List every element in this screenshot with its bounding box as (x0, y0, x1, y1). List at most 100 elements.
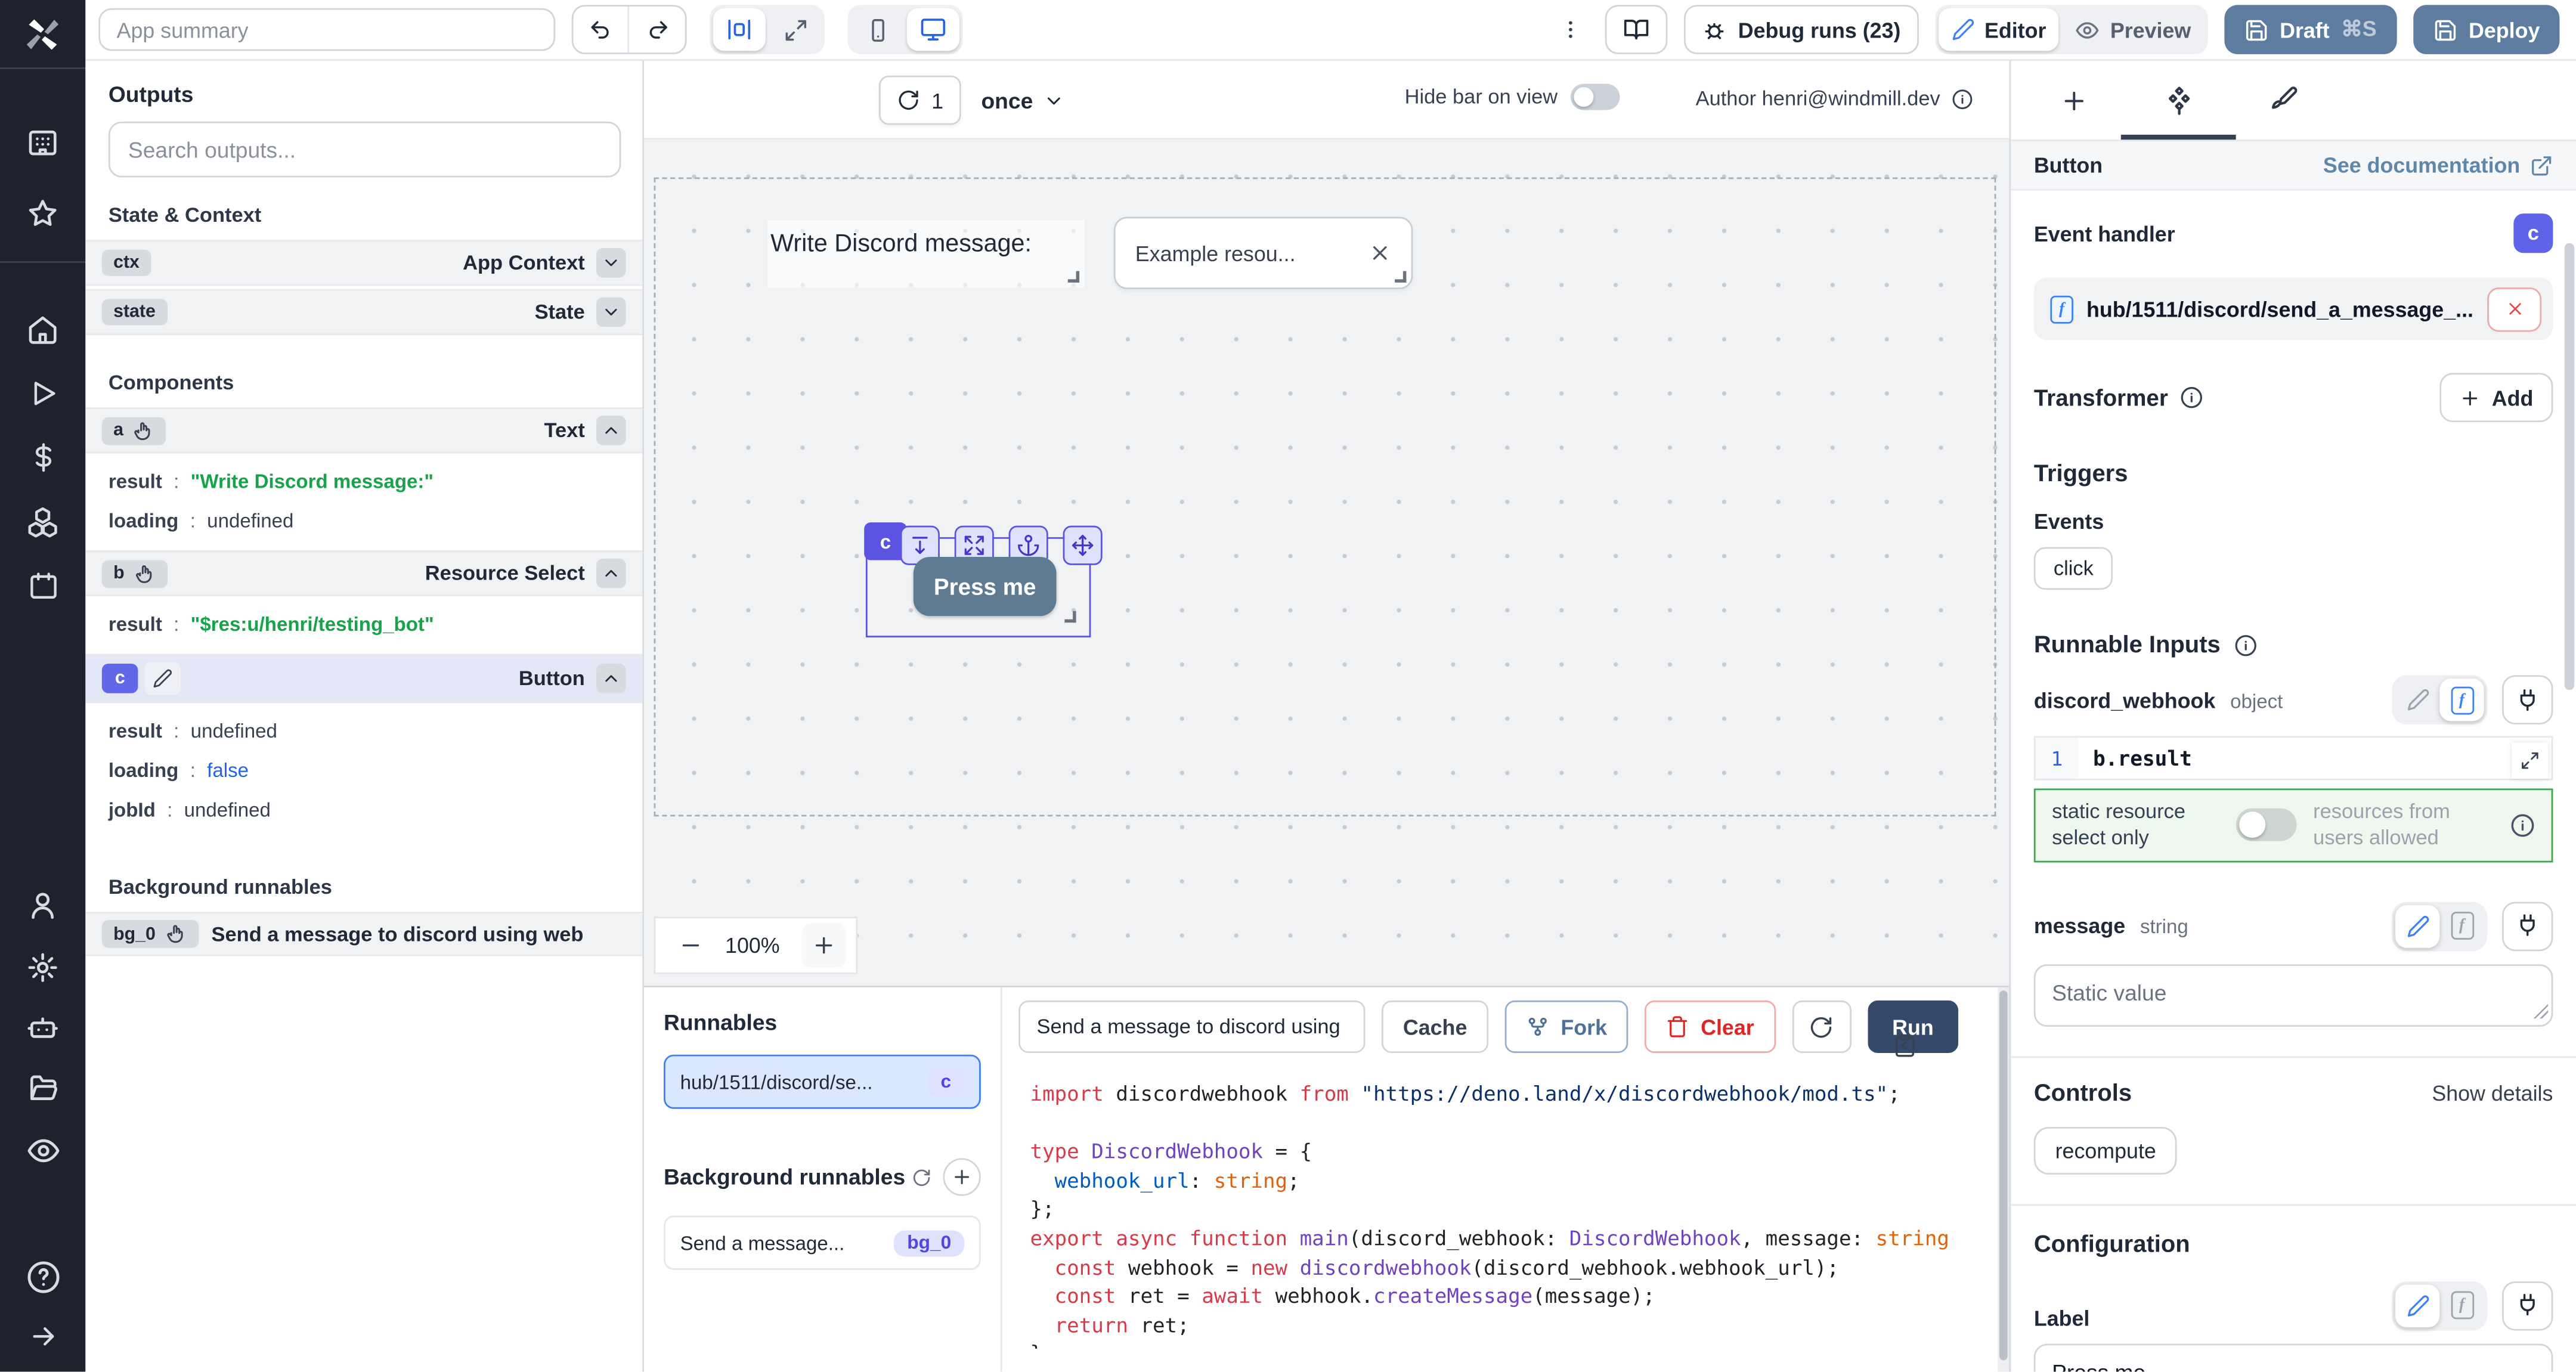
deploy-button[interactable]: Deploy (2413, 5, 2559, 54)
output-row-state[interactable]: state State (85, 289, 642, 335)
sidebar-item-folders[interactable] (0, 1073, 85, 1105)
see-documentation-link[interactable]: See documentation (2323, 153, 2553, 177)
resource-mode-toggle[interactable] (2236, 809, 2297, 841)
app-canvas[interactable]: Write Discord message: Example resou... … (644, 140, 2009, 986)
show-details-link[interactable]: Show details (2432, 1081, 2553, 1105)
press-me-button[interactable]: Press me (914, 557, 1057, 616)
refresh-count-button[interactable]: 1 (879, 76, 961, 125)
sidebar-item-variables[interactable] (0, 442, 85, 473)
discord-webhook-expr-editor[interactable]: 1 b.result (2034, 736, 2553, 780)
mobile-view-button[interactable] (851, 8, 903, 51)
component-row-b[interactable]: b Resource Select (85, 550, 642, 596)
chevron-down-icon[interactable] (596, 298, 626, 327)
editor-scrollbar[interactable] (1998, 987, 2009, 1372)
sidebar-item-audit-logs[interactable] (0, 1133, 85, 1168)
event-handler-script[interactable]: f hub/1511/discord/send_a_message_... (2034, 278, 2553, 340)
runnable-name-input[interactable] (1018, 1001, 1365, 1053)
sidebar-item-favorites[interactable] (0, 197, 85, 230)
tab-insert[interactable] (2021, 61, 2126, 140)
search-outputs-input[interactable] (109, 122, 621, 178)
static-mode-pencil-icon[interactable] (2395, 1284, 2439, 1327)
code-editor[interactable]: import discordwebhook from "https://deno… (1002, 1070, 2010, 1349)
resource-select-component[interactable]: Example resou... (1114, 217, 1413, 289)
fork-button[interactable]: Fork (1505, 1001, 1628, 1053)
zoom-out-button[interactable] (679, 933, 703, 958)
eval-mode-function-icon[interactable]: f (2439, 679, 2484, 721)
kebab-menu-icon[interactable] (1552, 17, 1589, 43)
textarea-resize-grip[interactable] (2533, 1003, 2548, 1018)
refresh-button[interactable] (1792, 1001, 1851, 1053)
fullscreen-layout-button[interactable] (769, 8, 821, 51)
draft-button[interactable]: Draft ⌘S (2224, 5, 2396, 54)
static-mode-pencil-icon[interactable] (2395, 905, 2439, 947)
text-component[interactable]: Write Discord message: (767, 220, 1085, 287)
bg-runnables-title: Background runnables (664, 1165, 905, 1189)
label-value-input[interactable]: Press me (2034, 1343, 2553, 1371)
remove-handler-button[interactable] (2487, 287, 2541, 331)
component-row-a[interactable]: a Text (85, 407, 642, 453)
hide-bar-toggle[interactable] (1571, 84, 1620, 110)
clear-selection-icon[interactable] (1368, 241, 1392, 265)
layout-toggle-group (710, 5, 825, 54)
redo-button[interactable] (629, 7, 685, 52)
sidebar-item-settings[interactable] (0, 951, 85, 984)
tab-preview[interactable]: Preview (2063, 8, 2204, 51)
debug-runs-button[interactable]: Debug runs (23) (1684, 5, 1919, 54)
recompute-chip[interactable]: recompute (2034, 1126, 2178, 1174)
component-c-type: Button (519, 667, 585, 690)
component-row-c[interactable]: c Button (85, 654, 642, 704)
sidebar-expand-icon[interactable] (0, 1321, 85, 1352)
runnable-item-selected[interactable]: hub/1511/discord/se... c (664, 1055, 981, 1109)
centered-layout-button[interactable] (713, 8, 766, 51)
hand-pointer-icon (134, 420, 155, 441)
eval-mode-function-icon[interactable]: f (2439, 905, 2484, 947)
static-mode-pencil-icon[interactable] (2395, 679, 2439, 721)
undo-button[interactable] (574, 7, 630, 52)
sidebar-item-workspace[interactable] (0, 126, 85, 159)
output-row-ctx[interactable]: ctx App Context (85, 240, 642, 286)
sidebar-item-resources[interactable] (0, 506, 85, 539)
bg-runnable-item[interactable]: Send a message... bg_0 (664, 1216, 981, 1270)
desktop-view-button[interactable] (907, 8, 959, 51)
windmill-logo-icon[interactable] (0, 13, 85, 56)
connect-input-plug-icon[interactable] (2502, 675, 2553, 724)
resize-handle[interactable] (1395, 271, 1406, 283)
button-component-selection[interactable]: c Press me (866, 537, 1091, 637)
resize-handle[interactable] (1068, 271, 1079, 283)
sidebar-item-schedules[interactable] (0, 570, 85, 601)
sidebar-item-home[interactable] (0, 314, 85, 346)
copy-code-icon[interactable] (1893, 1033, 1917, 1058)
components-title: Components (85, 339, 642, 408)
device-toggle-group (848, 5, 963, 54)
app-summary-input[interactable] (98, 8, 555, 51)
add-transformer-button[interactable]: Add (2439, 373, 2553, 422)
message-static-value-input[interactable] (2034, 964, 2553, 1026)
run-mode-select[interactable]: once (981, 88, 1064, 112)
tab-settings[interactable] (2126, 61, 2231, 140)
background-runnable-row[interactable]: bg_0 Send a message to discord using web… (85, 912, 642, 956)
tab-theme[interactable] (2231, 61, 2336, 140)
chevron-down-icon[interactable] (596, 248, 626, 278)
connect-input-plug-icon[interactable] (2502, 901, 2553, 950)
tab-editor[interactable]: Editor (1939, 8, 2060, 51)
expand-editor-icon[interactable] (2512, 742, 2549, 779)
zoom-in-button[interactable] (801, 923, 846, 967)
docs-button[interactable] (1605, 5, 1668, 54)
pencil-icon[interactable] (145, 662, 181, 695)
add-background-runnable-button[interactable] (943, 1158, 980, 1196)
sidebar-item-users[interactable] (0, 889, 85, 922)
resize-handle[interactable] (1064, 611, 1076, 622)
chevron-up-icon[interactable] (596, 664, 626, 693)
connect-input-plug-icon[interactable] (2502, 1281, 2553, 1330)
chevron-up-icon[interactable] (596, 416, 626, 445)
chevron-up-icon[interactable] (596, 559, 626, 589)
sidebar-item-workers[interactable] (0, 1012, 85, 1045)
eval-mode-function-icon[interactable]: f (2439, 1284, 2484, 1327)
sidebar-item-help[interactable] (0, 1260, 85, 1294)
divider (2011, 1055, 2576, 1057)
move-icon[interactable] (1063, 526, 1103, 565)
clear-button[interactable]: Clear (1645, 1001, 1775, 1053)
sidebar-item-runs[interactable] (0, 378, 85, 409)
cache-button[interactable]: Cache (1382, 1001, 1488, 1053)
settings-scrollbar[interactable] (2565, 200, 2575, 693)
